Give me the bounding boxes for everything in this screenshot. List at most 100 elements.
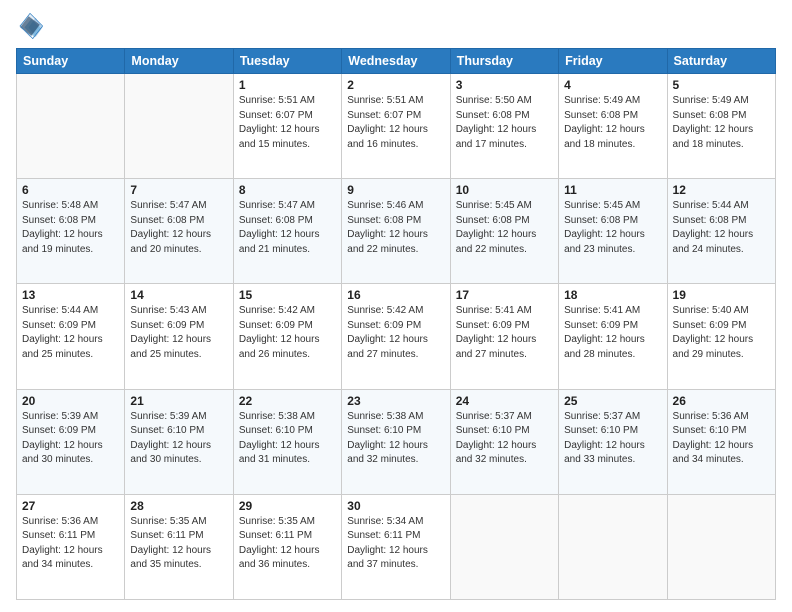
calendar-cell: 9Sunrise: 5:46 AM Sunset: 6:08 PM Daylig… <box>342 179 450 284</box>
calendar-cell: 14Sunrise: 5:43 AM Sunset: 6:09 PM Dayli… <box>125 284 233 389</box>
day-header-thursday: Thursday <box>450 49 558 74</box>
calendar-cell: 17 Sunrise: 5:41 AM Sunset: 6:09 PM Dayli… <box>450 284 558 389</box>
day-info: Sunrise: 5:41 AM Sunset: 6:09 PM Dayligh… <box>456 304 553 362</box>
calendar-cell: 2Sunrise: 5:51 AM Sunset: 6:07 PM Daylig… <box>342 74 450 179</box>
day-number: 1 <box>239 78 336 92</box>
day-number: 21 <box>130 394 227 408</box>
calendar-cell: 19 Sunrise: 5:40 AM Sunset: 6:09 PM Dayli… <box>667 284 775 389</box>
calendar-cell: 4 Sunrise: 5:49 AM Sunset: 6:08 PM Daylig… <box>559 74 667 179</box>
day-number: 15 <box>239 288 336 302</box>
calendar-header-row: SundayMondayTuesdayWednesdayThursdayFrid… <box>17 49 776 74</box>
day-number: 11 <box>564 183 661 197</box>
calendar-cell: 12 Sunrise: 5:44 AM Sunset: 6:08 PM Dayli… <box>667 179 775 284</box>
day-number: 12 <box>673 183 770 197</box>
day-info: Sunrise: 5:41 AM Sunset: 6:09 PM Dayligh… <box>564 304 661 362</box>
calendar-cell: 30 Sunrise: 5:34 AM Sunset: 6:11 PM Dayli… <box>342 494 450 599</box>
calendar-cell: 22 Sunrise: 5:38 AM Sunset: 6:10 PM Dayli… <box>233 389 341 494</box>
day-number: 4 <box>564 78 661 92</box>
day-number: 8 <box>239 183 336 197</box>
calendar-cell: 13 Sunrise: 5:44 AM Sunset: 6:09 PM Dayli… <box>17 284 125 389</box>
day-info: Sunrise: 5:45 AM Sunset: 6:08 PM Dayligh… <box>456 199 553 257</box>
day-number: 20 <box>22 394 119 408</box>
calendar-cell <box>559 494 667 599</box>
day-header-sunday: Sunday <box>17 49 125 74</box>
day-number: 17 <box>456 288 553 302</box>
day-header-saturday: Saturday <box>667 49 775 74</box>
day-info: Sunrise: 5:45 AM Sunset: 6:08 PM Dayligh… <box>564 199 661 257</box>
calendar-cell: 16 Sunrise: 5:42 AM Sunset: 6:09 PM Dayli… <box>342 284 450 389</box>
day-info: Sunrise: 5:49 AM Sunset: 6:08 PM Dayligh… <box>673 94 770 152</box>
calendar-table: SundayMondayTuesdayWednesdayThursdayFrid… <box>16 48 776 600</box>
day-info: Sunrise: 5:44 AM Sunset: 6:08 PM Dayligh… <box>673 199 770 257</box>
header <box>16 12 776 40</box>
calendar-week-row: 20 Sunrise: 5:39 AM Sunset: 6:09 PM Dayli… <box>17 389 776 494</box>
day-number: 3 <box>456 78 553 92</box>
day-info: Sunrise: 5:37 AM Sunset: 6:10 PM Dayligh… <box>456 410 553 468</box>
day-number: 5 <box>673 78 770 92</box>
day-number: 10 <box>456 183 553 197</box>
calendar-cell: 18 Sunrise: 5:41 AM Sunset: 6:09 PM Dayli… <box>559 284 667 389</box>
calendar-cell: 24 Sunrise: 5:37 AM Sunset: 6:10 PM Dayli… <box>450 389 558 494</box>
calendar-cell: 28 Sunrise: 5:35 AM Sunset: 6:11 PM Dayli… <box>125 494 233 599</box>
day-info: Sunrise: 5:35 AM Sunset: 6:11 PM Dayligh… <box>239 515 336 573</box>
day-info: Sunrise: 5:39 AM Sunset: 6:10 PM Dayligh… <box>130 410 227 468</box>
day-info: Sunrise: 5:48 AM Sunset: 6:08 PM Dayligh… <box>22 199 119 257</box>
day-info: Sunrise: 5:34 AM Sunset: 6:11 PM Dayligh… <box>347 515 444 573</box>
day-header-monday: Monday <box>125 49 233 74</box>
day-number: 18 <box>564 288 661 302</box>
calendar-cell: 3 Sunrise: 5:50 AM Sunset: 6:08 PM Daylig… <box>450 74 558 179</box>
calendar-cell: 15 Sunrise: 5:42 AM Sunset: 6:09 PM Dayli… <box>233 284 341 389</box>
day-header-tuesday: Tuesday <box>233 49 341 74</box>
day-info: Sunrise: 5:36 AM Sunset: 6:11 PM Dayligh… <box>22 515 119 573</box>
day-number: 14 <box>130 288 227 302</box>
day-number: 23 <box>347 394 444 408</box>
day-info: Sunrise: 5:36 AM Sunset: 6:10 PM Dayligh… <box>673 410 770 468</box>
day-number: 25 <box>564 394 661 408</box>
logo <box>16 12 48 40</box>
day-number: 22 <box>239 394 336 408</box>
day-number: 13 <box>22 288 119 302</box>
day-number: 24 <box>456 394 553 408</box>
day-info: Sunrise: 5:40 AM Sunset: 6:09 PM Dayligh… <box>673 304 770 362</box>
day-info: Sunrise: 5:51 AM Sunset: 6:07 PM Dayligh… <box>347 94 444 152</box>
calendar-cell: 25 Sunrise: 5:37 AM Sunset: 6:10 PM Dayli… <box>559 389 667 494</box>
day-info: Sunrise: 5:42 AM Sunset: 6:09 PM Dayligh… <box>347 304 444 362</box>
day-info: Sunrise: 5:50 AM Sunset: 6:08 PM Dayligh… <box>456 94 553 152</box>
calendar-cell: 23 Sunrise: 5:38 AM Sunset: 6:10 PM Dayli… <box>342 389 450 494</box>
day-info: Sunrise: 5:44 AM Sunset: 6:09 PM Dayligh… <box>22 304 119 362</box>
calendar-cell <box>667 494 775 599</box>
page: SundayMondayTuesdayWednesdayThursdayFrid… <box>0 0 792 612</box>
logo-icon <box>16 12 44 40</box>
day-number: 6 <box>22 183 119 197</box>
day-number: 16 <box>347 288 444 302</box>
calendar-cell <box>450 494 558 599</box>
calendar-cell: 8Sunrise: 5:47 AM Sunset: 6:08 PM Daylig… <box>233 179 341 284</box>
calendar-cell: 7Sunrise: 5:47 AM Sunset: 6:08 PM Daylig… <box>125 179 233 284</box>
day-info: Sunrise: 5:37 AM Sunset: 6:10 PM Dayligh… <box>564 410 661 468</box>
calendar-cell: 10 Sunrise: 5:45 AM Sunset: 6:08 PM Dayli… <box>450 179 558 284</box>
day-number: 29 <box>239 499 336 513</box>
day-info: Sunrise: 5:46 AM Sunset: 6:08 PM Dayligh… <box>347 199 444 257</box>
day-info: Sunrise: 5:38 AM Sunset: 6:10 PM Dayligh… <box>239 410 336 468</box>
day-info: Sunrise: 5:38 AM Sunset: 6:10 PM Dayligh… <box>347 410 444 468</box>
day-header-friday: Friday <box>559 49 667 74</box>
calendar-cell: 20 Sunrise: 5:39 AM Sunset: 6:09 PM Dayli… <box>17 389 125 494</box>
calendar-cell: 1 Sunrise: 5:51 AM Sunset: 6:07 PM Daylig… <box>233 74 341 179</box>
day-number: 28 <box>130 499 227 513</box>
calendar-week-row: 27Sunrise: 5:36 AM Sunset: 6:11 PM Dayli… <box>17 494 776 599</box>
calendar-week-row: 1 Sunrise: 5:51 AM Sunset: 6:07 PM Daylig… <box>17 74 776 179</box>
day-info: Sunrise: 5:49 AM Sunset: 6:08 PM Dayligh… <box>564 94 661 152</box>
day-info: Sunrise: 5:51 AM Sunset: 6:07 PM Dayligh… <box>239 94 336 152</box>
day-info: Sunrise: 5:42 AM Sunset: 6:09 PM Dayligh… <box>239 304 336 362</box>
calendar-cell: 21 Sunrise: 5:39 AM Sunset: 6:10 PM Dayli… <box>125 389 233 494</box>
calendar-week-row: 6 Sunrise: 5:48 AM Sunset: 6:08 PM Daylig… <box>17 179 776 284</box>
calendar-cell: 29 Sunrise: 5:35 AM Sunset: 6:11 PM Dayli… <box>233 494 341 599</box>
day-number: 19 <box>673 288 770 302</box>
calendar-cell: 5 Sunrise: 5:49 AM Sunset: 6:08 PM Daylig… <box>667 74 775 179</box>
day-info: Sunrise: 5:35 AM Sunset: 6:11 PM Dayligh… <box>130 515 227 573</box>
calendar-cell: 26Sunrise: 5:36 AM Sunset: 6:10 PM Dayli… <box>667 389 775 494</box>
day-number: 7 <box>130 183 227 197</box>
calendar-cell <box>17 74 125 179</box>
day-number: 30 <box>347 499 444 513</box>
day-info: Sunrise: 5:39 AM Sunset: 6:09 PM Dayligh… <box>22 410 119 468</box>
